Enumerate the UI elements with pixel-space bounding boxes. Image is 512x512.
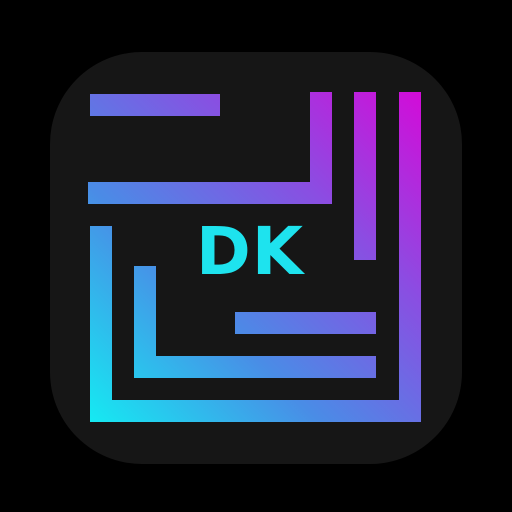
app-monogram: DK bbox=[196, 213, 304, 290]
maze-vertical-bar bbox=[354, 92, 376, 260]
page: DK bbox=[0, 0, 512, 512]
app-icon-tile[interactable]: DK bbox=[50, 52, 462, 464]
maze-middle-bar bbox=[235, 312, 376, 334]
maze-bar-top bbox=[90, 94, 220, 116]
